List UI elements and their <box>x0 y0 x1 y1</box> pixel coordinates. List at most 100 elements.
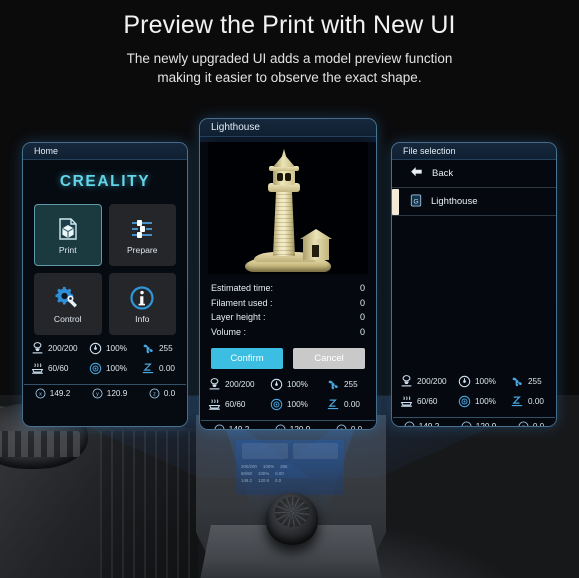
lcd-pos-y: 120.9 <box>258 478 269 483</box>
fan-cell[interactable]: 255 <box>510 375 542 388</box>
page-subtitle-line1: The newly upgraded UI adds a model previ… <box>126 51 453 66</box>
info-row-volume: Volume : 0 <box>211 327 365 337</box>
flow-value: 100% <box>287 400 308 409</box>
file-item-lighthouse[interactable]: G Lighthouse <box>392 188 556 216</box>
pos-x-value: 149.2 <box>49 389 71 398</box>
flow-cell[interactable]: 100% <box>270 398 326 411</box>
speed-cell[interactable]: 100% <box>89 342 141 355</box>
lcd-pos-x: 149.2 <box>241 478 252 483</box>
bed-temp-value: 60/60 <box>417 397 438 406</box>
file-selection-panel-title: File selection <box>392 143 556 160</box>
back-button[interactable]: Back <box>392 160 556 188</box>
lcd-nozzle-temp: 200/200 <box>241 464 257 469</box>
nozzle-temp-value: 200/200 <box>225 380 255 389</box>
z-offset-cell[interactable]: 0.00 <box>326 398 360 411</box>
speed-dial-icon <box>89 342 102 355</box>
pos-z-value: 0.0 <box>350 425 363 430</box>
fan-value: 255 <box>344 380 358 389</box>
tile-prepare[interactable]: Prepare <box>108 204 176 266</box>
pos-z-value: 0.0 <box>532 422 545 427</box>
preview-panel-body: Estimated time: 0 Filament used : 0 Laye… <box>200 142 376 430</box>
pos-x-cell[interactable]: x 149.2 <box>35 388 71 399</box>
estimated-time-value: 0 <box>359 283 365 293</box>
flow-value: 100% <box>106 364 127 373</box>
pos-x-cell[interactable]: x 149.2 <box>214 424 249 429</box>
print-info-list: Estimated time: 0 Filament used : 0 Laye… <box>200 274 376 337</box>
preview-coordinate-bar: x 149.2 y 120.9 z 0.0 <box>201 420 375 430</box>
pos-y-cell[interactable]: y 120.9 <box>275 424 310 429</box>
nozzle-temp-cell[interactable]: 200/200 <box>400 375 458 388</box>
svg-text:y: y <box>96 392 99 398</box>
flow-value: 100% <box>475 397 496 406</box>
files-status-bar: 200/200 100% 255 60/60 100% 0.00 <box>392 368 556 417</box>
pos-z-cell[interactable]: z 0.0 <box>518 421 545 427</box>
status-row-1: 200/200 100% 255 <box>208 378 368 391</box>
filament-used-value: 0 <box>359 297 365 308</box>
bed-temp-cell[interactable]: 60/60 <box>400 395 458 408</box>
axis-z-icon: z <box>149 388 160 399</box>
page-subtitle-line2: making it easier to observe the exact sh… <box>157 70 422 86</box>
lcd-bed-temp: 60/60 <box>241 471 252 476</box>
nozzle-temp-cell[interactable]: 200/200 <box>31 342 89 355</box>
svg-text:G: G <box>413 198 418 205</box>
pos-y-cell[interactable]: y 120.9 <box>461 421 496 426</box>
nozzle-temp-value: 200/200 <box>48 344 78 353</box>
fan-cell[interactable]: 255 <box>141 342 173 355</box>
fan-cell[interactable]: 255 <box>326 378 358 391</box>
pos-z-cell[interactable]: z 0.0 <box>149 388 175 399</box>
pos-x-cell[interactable]: x 149.2 <box>404 421 439 426</box>
back-label: Back <box>432 168 454 179</box>
speed-cell[interactable]: 100% <box>270 378 326 391</box>
lcd-tile <box>242 443 288 459</box>
svg-text:z: z <box>340 428 343 430</box>
lcd-tile <box>292 443 338 459</box>
nozzle-icon <box>209 378 220 390</box>
pos-z-cell[interactable]: z 0.0 <box>336 424 363 430</box>
nozzle-icon <box>401 375 412 387</box>
lcd-coord-row: 149.2 120.9 0.0 <box>236 477 344 484</box>
home-tile-grid: Print Prepare Control Info <box>23 204 187 335</box>
tile-prepare-label: Prepare <box>126 244 158 255</box>
z-offset-cell[interactable]: 0.00 <box>510 395 544 408</box>
creality-logo: CREALITY <box>59 173 151 190</box>
info-row-estimated-time: Estimated time: 0 <box>211 283 365 293</box>
lighthouse-3d-model <box>240 149 336 274</box>
z-offset-cell[interactable]: 0.00 <box>141 362 175 375</box>
svg-text:z: z <box>153 392 156 398</box>
tile-print[interactable]: Print <box>34 204 102 266</box>
speed-value: 100% <box>106 344 127 353</box>
model-preview-viewport[interactable] <box>208 142 368 274</box>
status-row-2: 60/60 100% 0.00 <box>31 362 179 375</box>
fan-value: 255 <box>528 377 542 386</box>
tile-control[interactable]: Control <box>34 273 102 335</box>
fan-value: 255 <box>159 344 173 353</box>
pos-y-cell[interactable]: y 120.9 <box>92 388 127 399</box>
home-panel: Home CREALITY Print Prepare Control Info… <box>22 142 188 427</box>
axis-y-icon: y <box>461 421 472 426</box>
nozzle-temp-cell[interactable]: 200/200 <box>208 378 270 391</box>
page-subtitle: The newly upgraded UI adds a model previ… <box>0 40 579 87</box>
preview-status-bar: 200/200 100% 255 60/60 100% 0.00 <box>200 369 376 420</box>
flow-dial-icon <box>89 362 102 375</box>
page-title: Preview the Print with New UI <box>123 11 456 39</box>
tile-info[interactable]: Info <box>108 273 176 335</box>
bed-temp-cell[interactable]: 60/60 <box>208 398 270 411</box>
confirm-button[interactable]: Confirm <box>211 348 283 369</box>
lcd-status-row-2: 60/60 100% 0.00 <box>236 470 344 477</box>
preview-panel: Lighthouse Estimated time: 0 Filament us… <box>199 118 377 430</box>
sliders-icon <box>129 216 155 242</box>
file-selection-panel-body: Back G Lighthouse 200/200 100% 255 60/60… <box>392 160 556 427</box>
cancel-button[interactable]: Cancel <box>293 348 365 369</box>
lcd-fan: 255 <box>280 464 288 469</box>
bed-temp-cell[interactable]: 60/60 <box>31 362 89 375</box>
flow-cell[interactable]: 100% <box>458 395 510 408</box>
lcd-pos-z: 0.0 <box>275 478 282 483</box>
heated-bed-icon <box>208 399 221 410</box>
speed-cell[interactable]: 100% <box>458 375 510 388</box>
printer-control-knob[interactable] <box>266 493 318 545</box>
speed-value: 100% <box>475 377 496 386</box>
axis-z-icon: z <box>336 424 347 430</box>
promo-screenshot: Preview the Print with New UI The newly … <box>0 0 579 578</box>
bed-temp-value: 60/60 <box>225 400 246 409</box>
flow-cell[interactable]: 100% <box>89 362 141 375</box>
